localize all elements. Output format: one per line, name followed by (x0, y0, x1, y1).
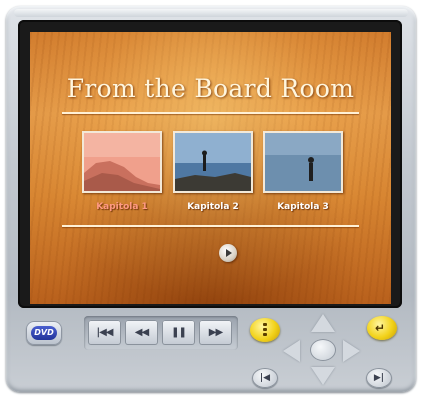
skip-forward-button[interactable]: ▶| (366, 368, 392, 388)
chapter-3-label[interactable]: Kapitola 3 (253, 202, 353, 212)
fast-forward-button[interactable]: ▶▶ (199, 320, 232, 345)
dvd-logo: DVD (31, 326, 57, 340)
menu-icon (263, 323, 267, 337)
enter-button[interactable]: ↵ (367, 316, 397, 340)
dvd-menu-screen: From the Board Room Kapitola 1 Kapitola … (30, 32, 391, 304)
nav-ok-button[interactable] (310, 339, 336, 361)
chapter-2-label[interactable]: Kapitola 2 (163, 202, 263, 212)
chapter-2-thumbnail[interactable] (173, 131, 253, 193)
nav-down-arrow[interactable] (311, 367, 335, 385)
pause-button[interactable]: ❚❚ (162, 320, 195, 345)
chapters-divider (62, 225, 359, 227)
nav-right-arrow[interactable] (343, 340, 360, 362)
menu-button[interactable] (250, 318, 280, 342)
chapter-1-thumbnail[interactable] (82, 131, 162, 193)
player-frame-top (14, 9, 408, 17)
chapter-3-thumbnail[interactable] (263, 131, 343, 193)
chapter-1-label[interactable]: Kapitola 1 (72, 202, 172, 212)
dvd-button[interactable]: DVD (26, 321, 62, 345)
transport-controls: |◀◀ ◀◀ ❚❚ ▶▶ (84, 316, 238, 350)
skip-back-button[interactable]: |◀ (252, 368, 278, 388)
menu-title: From the Board Room (66, 74, 355, 103)
title-divider (62, 112, 359, 114)
rewind-button[interactable]: ◀◀ (125, 320, 158, 345)
enter-icon: ↵ (375, 321, 386, 335)
play-icon[interactable] (219, 244, 237, 262)
nav-up-arrow[interactable] (311, 314, 335, 332)
previous-chapter-button[interactable]: |◀◀ (88, 320, 121, 345)
nav-left-arrow[interactable] (283, 340, 300, 362)
